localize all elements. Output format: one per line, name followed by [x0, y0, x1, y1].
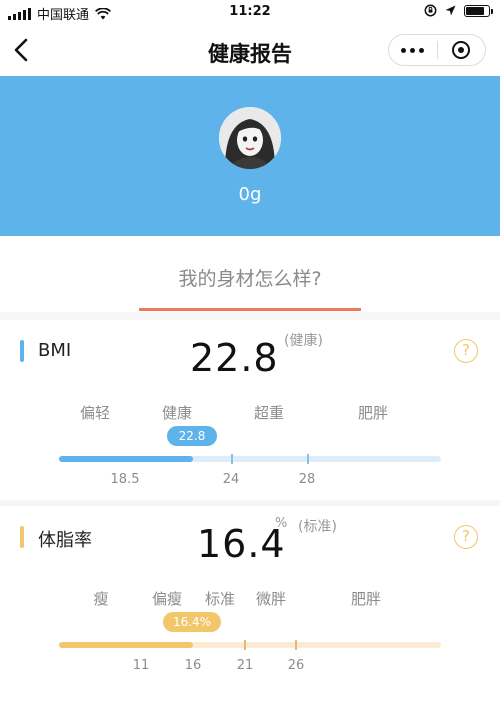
bmi-label: BMI: [38, 340, 72, 361]
bmi-category-underweight: 偏轻: [79, 404, 111, 422]
more-dots-icon: [401, 47, 407, 53]
bmi-accent-bar: [20, 340, 24, 362]
body-fat-status: (标准): [298, 519, 337, 535]
nav-bar: 健康报告: [0, 24, 500, 76]
bmi-category-healthy: 健康: [161, 404, 193, 422]
body-fat-category-standard: 标准: [204, 590, 236, 608]
avatar[interactable]: [219, 107, 281, 169]
body-fat-category-chubby: 微胖: [255, 590, 287, 608]
more-button[interactable]: [389, 35, 437, 65]
profile-header: 0g: [0, 76, 500, 236]
bmi-tick-label: 24: [222, 472, 240, 487]
avatar-image: [219, 107, 281, 169]
target-center: [458, 47, 465, 53]
body-fat-tick-label: 11: [132, 658, 150, 673]
body-fat-fill: [59, 642, 193, 648]
more-dot: [419, 47, 425, 53]
body-fat-tick-label: 21: [236, 658, 254, 673]
mini-program-capsule: [388, 34, 486, 66]
bmi-tick: [231, 454, 233, 464]
section-underline: [139, 308, 361, 311]
bmi-card: BMI 22.8 (健康) ? 偏轻 健康 超重 肥胖 22.8 18.5 24…: [0, 320, 500, 500]
bmi-fill: [59, 456, 193, 462]
bmi-tick-label: 28: [298, 472, 316, 487]
close-mini-program-button[interactable]: [437, 35, 485, 65]
bmi-value: 22.8: [190, 336, 279, 380]
body-fat-tick-label: 26: [287, 658, 305, 673]
bmi-value-badge: 22.8: [167, 426, 217, 446]
body-fat-value-badge: 16.4%: [163, 612, 221, 632]
body-fat-category-thin: 瘦: [93, 590, 109, 608]
bmi-status: (健康): [284, 333, 323, 349]
body-fat-label: 体脂率: [38, 530, 92, 551]
battery-fill: [466, 6, 485, 15]
bmi-track: [59, 454, 441, 464]
bmi-tick: [307, 454, 309, 464]
body-fat-help-icon[interactable]: ?: [454, 525, 478, 549]
body-fat-unit: %: [275, 516, 288, 531]
orientation-lock-icon: [424, 4, 437, 17]
body-fat-accent-bar: [20, 526, 24, 548]
body-fat-track: [59, 640, 441, 650]
section-title: 我的身材怎么样?: [178, 268, 322, 290]
body-fat-category-obese: 肥胖: [350, 590, 382, 608]
status-bar: 中国联通 11:22: [0, 0, 500, 24]
body-fat-category-slim: 偏瘦: [151, 590, 183, 608]
bmi-tick-label: 18.5: [110, 472, 140, 487]
status-right: [424, 4, 493, 17]
body-fat-tick: [244, 640, 246, 650]
more-dot: [410, 47, 416, 53]
body-fat-tick: [295, 640, 297, 650]
battery-icon: [464, 4, 493, 17]
body-fat-value: 16.4: [197, 522, 286, 566]
body-fat-card: 体脂率 16.4 % (标准) ? 瘦 偏瘦 标准 微胖 肥胖 16.4% 11…: [0, 506, 500, 711]
target-icon: [452, 41, 471, 59]
bmi-category-overweight: 超重: [253, 404, 285, 422]
location-icon: [445, 5, 456, 16]
bmi-help-icon[interactable]: ?: [454, 339, 478, 363]
body-fat-tick-label: 16: [184, 658, 202, 673]
bmi-category-obese: 肥胖: [357, 404, 389, 422]
question-section: 我的身材怎么样?: [0, 236, 500, 312]
user-weight: 0g: [238, 184, 262, 205]
